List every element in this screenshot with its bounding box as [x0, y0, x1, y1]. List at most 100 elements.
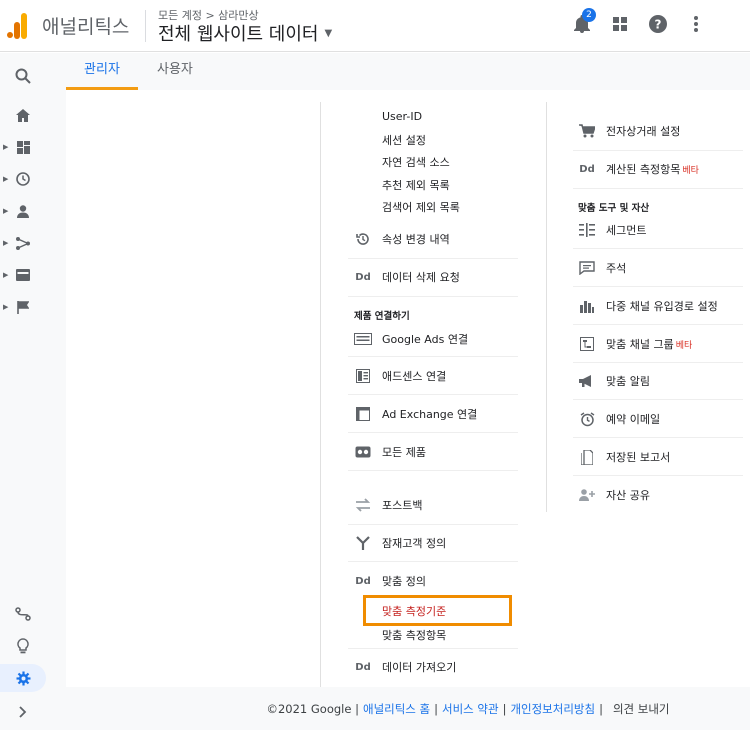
- menu-item-share-assets[interactable]: 자산 공유: [578, 486, 650, 504]
- nav-attribution[interactable]: [0, 600, 46, 628]
- separator: [573, 324, 743, 325]
- menu-item-search-term-exclusion[interactable]: 검색어 제외 목록: [382, 199, 460, 215]
- menu-item-label: 다중 채널 유입경로 설정: [606, 300, 718, 313]
- behavior-icon: [16, 269, 30, 281]
- menu-item-label: 모든 제품: [382, 446, 426, 459]
- footer-separator: |: [434, 701, 438, 716]
- menu-item-custom-definitions[interactable]: Dd 맞춤 정의: [354, 572, 426, 590]
- separator: [348, 648, 518, 649]
- separator: [348, 394, 518, 395]
- notifications-button[interactable]: 2: [572, 8, 596, 34]
- app-name[interactable]: 애널리틱스: [42, 12, 129, 39]
- menu-item-adsense[interactable]: 애드센스 연결: [354, 367, 446, 385]
- expand-arrow-icon: ▶: [3, 143, 9, 151]
- nav-customization[interactable]: ▶: [0, 133, 46, 161]
- beta-badge: 베타: [682, 165, 699, 176]
- nav-admin[interactable]: [0, 664, 46, 692]
- separator: [573, 150, 743, 151]
- tab-admin[interactable]: 관리자: [66, 53, 138, 90]
- cart-icon: [578, 122, 596, 140]
- tab-user[interactable]: 사용자: [157, 53, 193, 90]
- nav-home[interactable]: [0, 101, 46, 129]
- menu-item-referral-exclusion[interactable]: 추천 제외 목록: [382, 177, 450, 193]
- help-button[interactable]: ?: [648, 14, 668, 34]
- nav-audience[interactable]: ▶: [0, 197, 46, 225]
- expand-arrow-icon: ▶: [3, 239, 9, 247]
- copyright: ©2021 Google |: [266, 701, 359, 716]
- gear-icon: [16, 671, 30, 685]
- more-options-button[interactable]: [686, 14, 706, 34]
- home-icon: [16, 108, 30, 122]
- menu-item-property-history[interactable]: 속성 변경 내역: [354, 230, 450, 248]
- menu-item-session-settings[interactable]: 세션 설정: [382, 132, 426, 148]
- expand-arrow-icon: ▶: [3, 207, 9, 215]
- menu-item-label: 전자상거래 설정: [606, 125, 681, 138]
- menu-item-label: 예약 이메일: [606, 413, 661, 426]
- separator: [348, 561, 518, 562]
- nav-realtime[interactable]: ▶: [0, 165, 46, 193]
- nav-discover[interactable]: [0, 632, 46, 660]
- audience-icon: [354, 534, 372, 552]
- link-analytics-home[interactable]: 애널리틱스 홈: [363, 701, 430, 717]
- alarm-clock-icon: [578, 410, 596, 428]
- nav-behavior[interactable]: ▶: [0, 261, 46, 289]
- menu-item-ad-exchange[interactable]: Ad Exchange 연결: [354, 405, 477, 423]
- account-selector[interactable]: 전체 웹사이트 데이터 ▼: [158, 20, 332, 46]
- flag-icon: [17, 300, 29, 314]
- menu-item-label: 저장된 보고서: [606, 451, 671, 464]
- bar-chart-icon: [578, 297, 596, 315]
- menu-item-scheduled-emails[interactable]: 예약 이메일: [578, 410, 660, 428]
- adsense-icon: [354, 367, 372, 385]
- search-icon: [15, 68, 31, 84]
- menu-item-custom-metrics[interactable]: 맞춤 측정항목: [382, 627, 446, 643]
- menu-item-channel-grouping[interactable]: 맞춤 채널 그룹 베타: [578, 335, 692, 353]
- menu-item-postback[interactable]: 포스트백: [354, 496, 422, 514]
- more-vert-icon: [694, 16, 698, 32]
- person-add-icon: [578, 486, 596, 504]
- separator: [348, 296, 518, 297]
- nav-conversions[interactable]: ▶: [0, 293, 46, 321]
- menu-item-user-id[interactable]: User-ID: [382, 110, 422, 123]
- menu-item-label: 주석: [606, 262, 627, 275]
- menu-item-label: 속성 변경 내역: [382, 233, 450, 246]
- menu-item-custom-alerts[interactable]: 맞춤 알림: [578, 372, 650, 390]
- google-ads-icon: [354, 330, 372, 348]
- top-bar: 애널리틱스 모든 계정 > 삼라만상 전체 웹사이트 데이터 ▼ 2 ?: [0, 0, 750, 52]
- account-title: 전체 웹사이트 데이터: [158, 24, 319, 45]
- link-privacy-policy[interactable]: 개인정보처리방침: [510, 701, 595, 717]
- expand-arrow-icon: ▶: [3, 303, 9, 311]
- search-button[interactable]: [0, 62, 46, 90]
- menu-item-data-deletion[interactable]: Dd 데이터 삭제 요청: [354, 268, 460, 286]
- apps-button[interactable]: [610, 14, 630, 34]
- expand-nav-button[interactable]: [0, 698, 46, 726]
- lightbulb-icon: [17, 638, 29, 654]
- column-divider: [320, 102, 321, 687]
- menu-item-ecommerce-settings[interactable]: 전자상거래 설정: [578, 122, 680, 140]
- menu-item-label: 애드센스 연결: [382, 370, 447, 383]
- menu-item-calculated-metrics[interactable]: Dd 계산된 측정항목 베타: [578, 160, 699, 178]
- beta-badge: 베타: [675, 340, 693, 351]
- separator: [348, 258, 518, 259]
- menu-item-all-products[interactable]: 모든 제품: [354, 443, 426, 461]
- separator: [348, 356, 518, 357]
- separator: [573, 437, 743, 438]
- menu-item-audience-definitions[interactable]: 잠재고객 정의: [354, 534, 446, 552]
- menu-item-saved-reports[interactable]: 저장된 보고서: [578, 448, 670, 466]
- nav-acquisition[interactable]: ▶: [0, 229, 46, 257]
- menu-item-label: 데이터 가져오기: [382, 661, 457, 674]
- comment-icon: [578, 259, 596, 277]
- menu-item-organic-sources[interactable]: 자연 검색 소스: [382, 154, 450, 170]
- menu-item-google-ads[interactable]: Google Ads 연결: [354, 330, 468, 348]
- menu-item-data-import[interactable]: Dd 데이터 가져오기: [354, 658, 456, 676]
- menu-item-label: Google Ads 연결: [382, 333, 469, 346]
- analytics-logo-icon[interactable]: [6, 13, 28, 39]
- menu-item-mcf-settings[interactable]: 다중 채널 유입경로 설정: [578, 297, 718, 315]
- menu-item-segments[interactable]: 세그먼트: [578, 221, 646, 239]
- separator: [348, 432, 518, 433]
- feedback-link[interactable]: 의견 보내기: [613, 701, 670, 717]
- menu-item-label: 맞춤 채널 그룹: [606, 338, 674, 351]
- link-terms-of-service[interactable]: 서비스 약관: [442, 701, 499, 717]
- megaphone-icon: [578, 372, 596, 390]
- menu-item-label: Ad Exchange 연결: [382, 408, 478, 421]
- menu-item-annotations[interactable]: 주석: [578, 259, 626, 277]
